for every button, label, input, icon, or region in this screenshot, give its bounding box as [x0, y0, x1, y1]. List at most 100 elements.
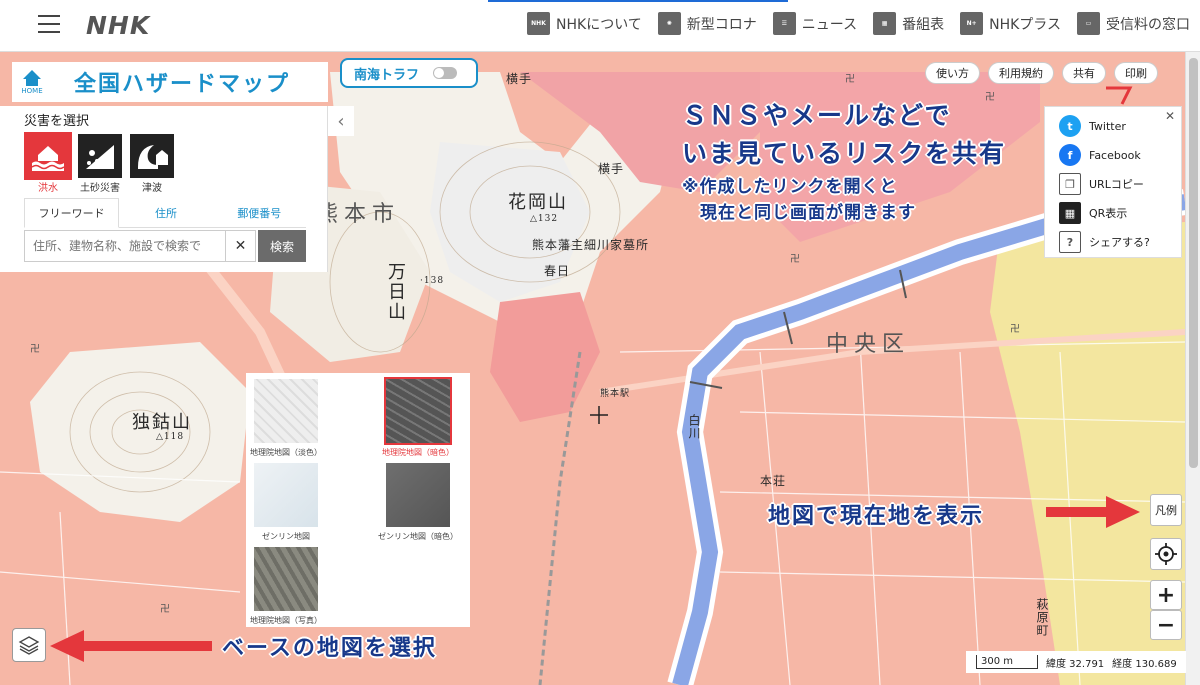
- nav-about-nhk[interactable]: NHK NHKについて: [527, 12, 642, 35]
- nankai-trough-toggle[interactable]: 南海トラフ: [340, 58, 478, 88]
- nav-label: 受信料の窓口: [1106, 16, 1190, 33]
- hazard-landslide-button[interactable]: 土砂災害: [76, 134, 124, 194]
- svg-text:卍: 卍: [845, 73, 855, 85]
- share-close-icon[interactable]: ✕: [1165, 109, 1175, 123]
- place-hanaokayama: 花岡山: [508, 192, 568, 213]
- top-nav: NHK NHKについて ✺ 新型コロナ ☰ ニュース ▦ 番組表 N+ NHKプラス ▭ 受…: [527, 12, 1190, 35]
- nav-nhk-plus[interactable]: N+ NHKプラス: [960, 12, 1061, 35]
- longitude-readout: 経度 130.689: [1112, 658, 1177, 670]
- share-qr[interactable]: ▦ QR表示: [1059, 202, 1127, 224]
- scrollbar-thumb[interactable]: [1189, 58, 1198, 468]
- place-mannichiyama: 万日山: [385, 262, 406, 322]
- home-icon[interactable]: HOME: [12, 62, 52, 102]
- tab-postal-code[interactable]: 郵便番号: [213, 198, 306, 227]
- nhk-logo[interactable]: NHK: [86, 11, 150, 40]
- basemap-label: ゼンリン地図（暗色）: [378, 532, 458, 541]
- hazard-tsunami-button[interactable]: 津波: [128, 134, 176, 194]
- place-yokote-2: 横手: [598, 162, 625, 176]
- share-label: URLコピー: [1089, 178, 1144, 191]
- nav-label: 番組表: [902, 16, 945, 33]
- header-accent-line: [488, 0, 788, 2]
- share-popup: ✕ t Twitter f Facebook ❐ URLコピー ▦ QR表示 ? シェアす…: [1044, 106, 1182, 258]
- basemap-gsi-photo[interactable]: [254, 547, 318, 611]
- zoom-in-button[interactable]: +: [1150, 580, 1182, 610]
- elevation-132: △132: [530, 214, 559, 224]
- scale-and-coordinates: 300 m 緯度 32.791 経度 130.689: [966, 651, 1186, 673]
- hamburger-menu-icon[interactable]: [38, 15, 60, 35]
- annotation-share-line2: いま見ているリスクを共有: [682, 139, 1007, 168]
- place-kumamoto-station: 熊本駅: [600, 389, 631, 399]
- share-label: QR表示: [1089, 207, 1128, 220]
- share-url-copy[interactable]: ❐ URLコピー: [1059, 173, 1144, 195]
- map-top-buttons: 使い方 利用規約 共有 印刷: [925, 62, 1158, 84]
- share-button[interactable]: 共有: [1062, 62, 1106, 84]
- nav-label: NHKプラス: [989, 16, 1061, 33]
- place-yokote: 横手: [506, 72, 533, 86]
- toggle-switch[interactable]: [433, 67, 458, 79]
- basemap-gsi-pale[interactable]: [254, 379, 318, 443]
- panel-collapse-chevron-left-icon[interactable]: ‹: [328, 106, 354, 136]
- home-label: HOME: [21, 86, 43, 95]
- place-hagiwara: 萩原町: [1035, 598, 1049, 637]
- share-twitter[interactable]: t Twitter: [1059, 115, 1126, 137]
- basemap-label: 地理院地図（写真）: [250, 616, 322, 625]
- basemap-arrow-left-icon: [50, 630, 212, 662]
- nav-news[interactable]: ☰ ニュース: [772, 12, 858, 35]
- current-location-button[interactable]: [1150, 538, 1182, 570]
- clear-search-button[interactable]: ✕: [226, 230, 256, 262]
- search-button[interactable]: 検索: [258, 230, 306, 262]
- search-input[interactable]: [24, 230, 226, 262]
- landslide-icon: [78, 134, 122, 178]
- basemap-chooser: 地理院地図（淡色） 地理院地図（暗色） ゼンリン地図 ゼンリン地図（暗色） 地理…: [246, 373, 470, 627]
- nankai-label: 南海トラフ: [354, 67, 420, 83]
- basemap-label: 地理院地図（淡色）: [250, 448, 322, 457]
- search-tabs: フリーワード 住所 郵便番号: [24, 198, 306, 228]
- basemap-zenrin-dark[interactable]: [386, 463, 450, 527]
- program-grid-icon: ▦: [873, 12, 897, 35]
- flood-icon: [24, 132, 72, 180]
- basemap-label: ゼンリン地図: [262, 532, 310, 541]
- facebook-icon: f: [1059, 144, 1081, 166]
- nav-program-guide[interactable]: ▦ 番組表: [873, 12, 944, 35]
- elevation-138: ·138: [420, 276, 445, 286]
- print-button[interactable]: 印刷: [1114, 62, 1158, 84]
- terms-button[interactable]: 利用規約: [988, 62, 1054, 84]
- nav-label: NHKについて: [556, 16, 642, 33]
- nav-reception-fee[interactable]: ▭ 受信料の窓口: [1077, 12, 1190, 35]
- nav-covid[interactable]: ✺ 新型コロナ: [657, 12, 757, 35]
- locate-crosshair-icon: [1155, 543, 1177, 565]
- basemap-label: 地理院地図（暗色）: [382, 448, 454, 457]
- hazard-flood-button[interactable]: 洪水: [24, 132, 72, 194]
- copy-icon: ❐: [1059, 173, 1081, 195]
- layers-icon: [18, 636, 40, 655]
- hazard-label: 洪水: [38, 183, 58, 194]
- how-to-use-button[interactable]: 使い方: [925, 62, 980, 84]
- latitude-readout: 緯度 32.791: [1046, 658, 1105, 670]
- share-label: シェアする?: [1089, 236, 1150, 249]
- tsunami-icon: [130, 134, 174, 178]
- tv-icon: ▭: [1077, 12, 1100, 35]
- nhk-badge-icon: NHK: [527, 12, 551, 35]
- page-scrollbar[interactable]: [1185, 52, 1200, 685]
- scale-bar: 300 m: [976, 655, 1038, 669]
- share-help[interactable]: ? シェアする?: [1059, 231, 1150, 253]
- search-row: ✕ 検索: [24, 230, 306, 262]
- annotation-basemap: ベースの地図を選択: [222, 636, 437, 661]
- annotation-share-note2: 現在と同じ画面が開きます: [700, 203, 916, 223]
- qr-code-icon: ▦: [1059, 202, 1081, 224]
- share-facebook[interactable]: f Facebook: [1059, 144, 1141, 166]
- tab-free-word[interactable]: フリーワード: [24, 198, 120, 228]
- zoom-out-button[interactable]: −: [1150, 610, 1182, 640]
- share-label: Twitter: [1089, 119, 1126, 133]
- nav-label: ニュース: [801, 16, 858, 33]
- hazard-label: 津波: [142, 183, 162, 194]
- twitter-icon: t: [1059, 115, 1081, 137]
- svg-text:卍: 卍: [160, 603, 170, 615]
- legend-button[interactable]: 凡例: [1150, 494, 1182, 526]
- basemap-zenrin[interactable]: [254, 463, 318, 527]
- svg-text:卍: 卍: [1010, 323, 1020, 335]
- share-label: Facebook: [1089, 148, 1141, 162]
- basemap-gsi-dark[interactable]: [384, 377, 452, 445]
- tab-address[interactable]: 住所: [119, 198, 212, 227]
- basemap-layers-button[interactable]: [12, 628, 46, 662]
